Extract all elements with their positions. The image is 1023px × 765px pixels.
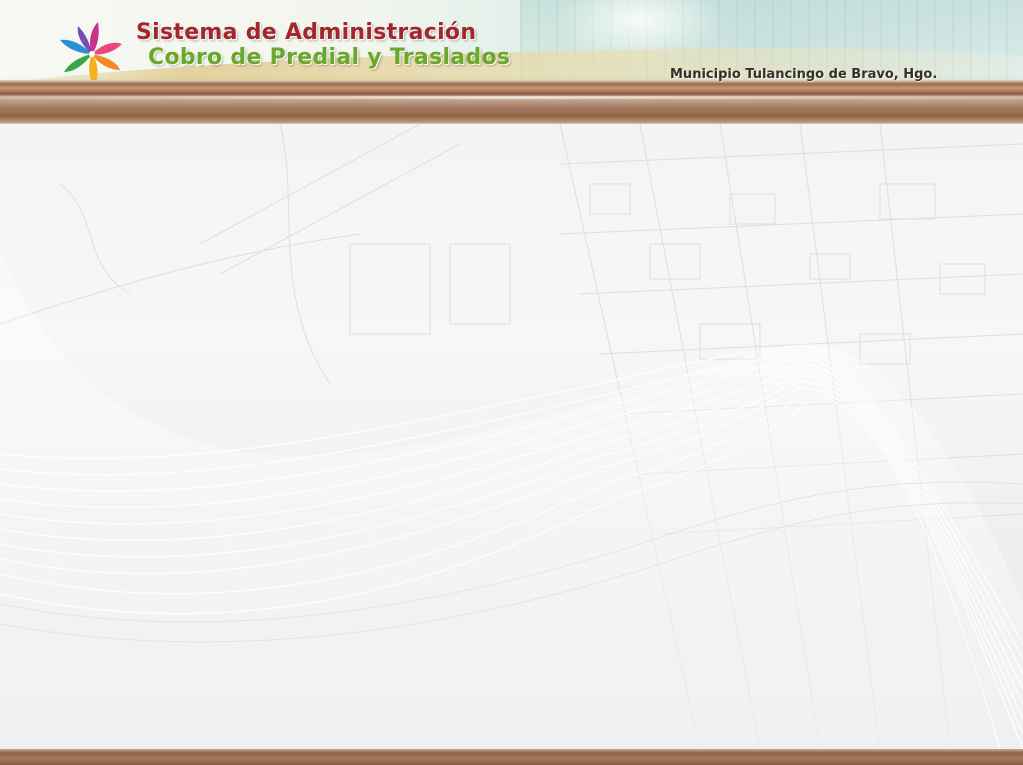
- system-title: Sistema de Administración: [136, 20, 477, 45]
- top-bar-shine: [0, 96, 1023, 99]
- top-wood-bar: [0, 80, 1023, 124]
- city-map-background: [0, 124, 1023, 749]
- main-content-area: [0, 124, 1023, 749]
- system-subtitle: Cobro de Predial y Traslados: [148, 45, 511, 70]
- bottom-wood-bar: [0, 749, 1023, 765]
- municipality-label: Municipio Tulancingo de Bravo, Hgo.: [670, 67, 938, 82]
